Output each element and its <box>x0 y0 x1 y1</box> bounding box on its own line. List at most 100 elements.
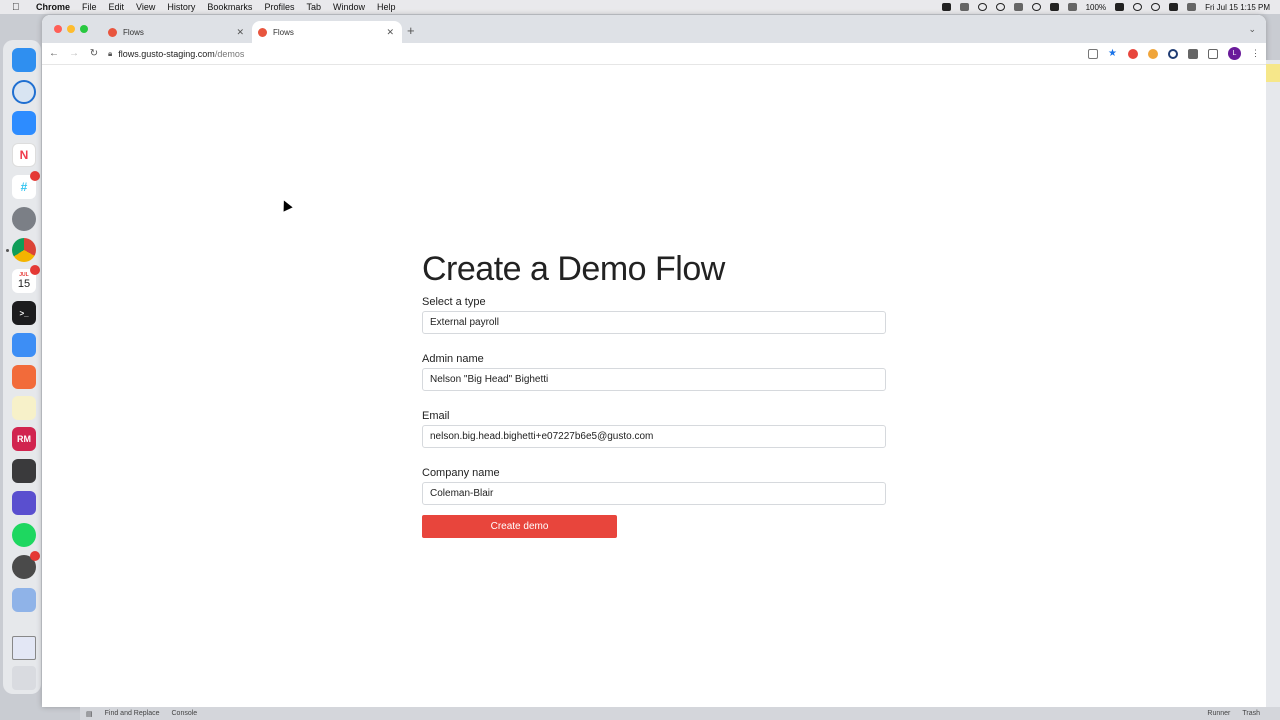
menu-bookmarks[interactable]: Bookmarks <box>207 2 252 12</box>
cloud-icon[interactable] <box>977 3 987 11</box>
flows-favicon-icon <box>258 27 267 37</box>
page-viewport: Create a Demo Flow Select a type Externa… <box>42 66 1266 707</box>
control-center-icon[interactable] <box>1187 3 1197 11</box>
rubymine-icon[interactable]: RM <box>12 427 36 451</box>
email-input[interactable]: nelson.big.head.bighetti+e07227b6e5@gust… <box>422 425 886 448</box>
app-status-icon[interactable] <box>959 3 969 11</box>
menubar-clock[interactable]: Fri Jul 15 1:15 PM <box>1205 3 1270 12</box>
extension-icon[interactable] <box>1148 48 1158 59</box>
find-replace-button[interactable]: Find and Replace <box>105 710 160 717</box>
maximize-window-button[interactable] <box>80 25 88 33</box>
address-bar[interactable]: 🔒︎ flows.gusto-staging.com/demos <box>108 45 1108 62</box>
key-icon[interactable] <box>1049 3 1059 11</box>
onepassword-extension-icon[interactable] <box>1168 48 1178 59</box>
email-value: nelson.big.head.bighetti+e07227b6e5@gust… <box>430 431 654 442</box>
menu-edit[interactable]: Edit <box>109 2 125 12</box>
admin-name-label: Admin name <box>422 353 484 365</box>
type-select-value: External payroll <box>430 317 499 328</box>
screen-record-icon[interactable] <box>941 3 951 11</box>
notification-badge <box>30 265 40 275</box>
background-highlight <box>1266 64 1280 82</box>
obsidian-icon[interactable] <box>12 491 36 515</box>
calculator-icon[interactable] <box>12 459 36 483</box>
share-icon[interactable] <box>1088 48 1098 59</box>
notes-icon[interactable] <box>12 396 36 420</box>
close-tab-icon[interactable]: ✕ <box>386 27 394 38</box>
admin-name-input[interactable]: Nelson "Big Head" Bighetti <box>422 368 886 391</box>
menu-help[interactable]: Help <box>377 2 396 12</box>
macos-dock: N # JUL 15 >_ RM <box>3 40 41 694</box>
zoom-icon[interactable] <box>12 111 36 135</box>
create-demo-button[interactable]: Create demo <box>422 515 617 538</box>
menu-profiles[interactable]: Profiles <box>264 2 294 12</box>
menu-app-name[interactable]: Chrome <box>36 2 70 12</box>
focus-icon[interactable] <box>1031 3 1041 11</box>
more-options-icon[interactable]: ⋮ <box>1251 48 1260 59</box>
terminal-icon[interactable]: >_ <box>12 301 36 325</box>
menu-file[interactable]: File <box>82 2 97 12</box>
input-source-icon[interactable] <box>1169 3 1179 11</box>
browser-toolbar: ← → ↻ 🔒︎ flows.gusto-staging.com/demos ★… <box>42 43 1266 65</box>
menu-view[interactable]: View <box>136 2 155 12</box>
gusto-extension-icon[interactable] <box>1128 48 1138 59</box>
news-icon[interactable]: N <box>12 143 36 167</box>
company-name-input[interactable]: Coleman-Blair <box>422 482 886 505</box>
menu-history[interactable]: History <box>167 2 195 12</box>
bluetooth-icon[interactable] <box>1067 3 1077 11</box>
menu-tab[interactable]: Tab <box>306 2 321 12</box>
lock-icon[interactable]: 🔒︎ <box>108 49 112 59</box>
tab-title: Flows <box>123 27 144 37</box>
wifi-icon[interactable] <box>1133 3 1143 11</box>
tab-strip: Flows ✕ Flows ✕ + ⌄ <box>42 15 1266 43</box>
url-host: flows.gusto-staging.com <box>118 48 215 59</box>
bookmark-star-icon[interactable]: ★ <box>1108 48 1118 59</box>
onepassword-status-icon[interactable] <box>995 3 1005 11</box>
extensions-puzzle-icon[interactable] <box>1188 48 1198 59</box>
menu-window[interactable]: Window <box>333 2 365 12</box>
chrome-icon[interactable] <box>12 238 36 262</box>
system-preferences-icon[interactable] <box>12 207 36 231</box>
trash-button[interactable]: Trash <box>1242 710 1260 717</box>
flows-favicon-icon <box>108 27 117 37</box>
notification-badge <box>30 551 40 561</box>
notification-badge <box>30 171 40 181</box>
page-title: Create a Demo Flow <box>422 250 725 288</box>
new-tab-button[interactable]: + <box>407 23 415 38</box>
close-tab-icon[interactable]: ✕ <box>236 27 244 38</box>
trash-icon[interactable] <box>12 666 36 690</box>
back-arrow-icon[interactable]: ← <box>46 48 62 59</box>
background-app-statusbar: ▤ Find and Replace Console Runner Trash <box>80 707 1280 720</box>
running-indicator <box>6 249 9 252</box>
onepassword-icon[interactable] <box>12 80 36 104</box>
spotify-icon[interactable] <box>12 523 36 547</box>
mail-icon[interactable] <box>12 333 36 357</box>
email-label: Email <box>422 410 450 422</box>
network-status-icon[interactable] <box>1013 3 1023 11</box>
demo-flow-form: Create a Demo Flow Select a type Externa… <box>422 249 886 538</box>
sketch-pen-icon[interactable] <box>12 365 36 389</box>
close-window-button[interactable] <box>54 25 62 33</box>
forward-arrow-icon[interactable]: → <box>66 48 82 59</box>
side-panel-icon[interactable] <box>1208 48 1218 59</box>
profile-avatar[interactable]: L <box>1228 47 1241 60</box>
minimized-window-thumbnail[interactable] <box>12 636 36 660</box>
apple-menu-icon[interactable]:  <box>12 2 24 13</box>
finder-icon[interactable] <box>12 48 36 72</box>
calendar-icon[interactable]: JUL 15 <box>12 265 40 293</box>
tab-flows-1[interactable]: Flows ✕ <box>102 21 252 43</box>
calendar-day: 15 <box>17 278 31 290</box>
type-label: Select a type <box>422 296 486 308</box>
battery-icon[interactable] <box>1115 3 1125 11</box>
app-store-icon[interactable] <box>12 551 40 579</box>
reload-icon[interactable]: ↻ <box>86 48 102 59</box>
tab-flows-2[interactable]: Flows ✕ <box>252 21 402 43</box>
spotlight-search-icon[interactable] <box>1151 3 1161 11</box>
tab-search-chevron-icon[interactable]: ⌄ <box>1248 24 1256 35</box>
slack-icon[interactable]: # <box>12 171 40 199</box>
type-select[interactable]: External payroll <box>422 311 886 334</box>
preview-icon[interactable] <box>12 588 36 612</box>
layout-icon[interactable]: ▤ <box>86 710 93 718</box>
runner-button[interactable]: Runner <box>1207 710 1230 717</box>
console-button[interactable]: Console <box>172 710 198 717</box>
minimize-window-button[interactable] <box>67 25 75 33</box>
